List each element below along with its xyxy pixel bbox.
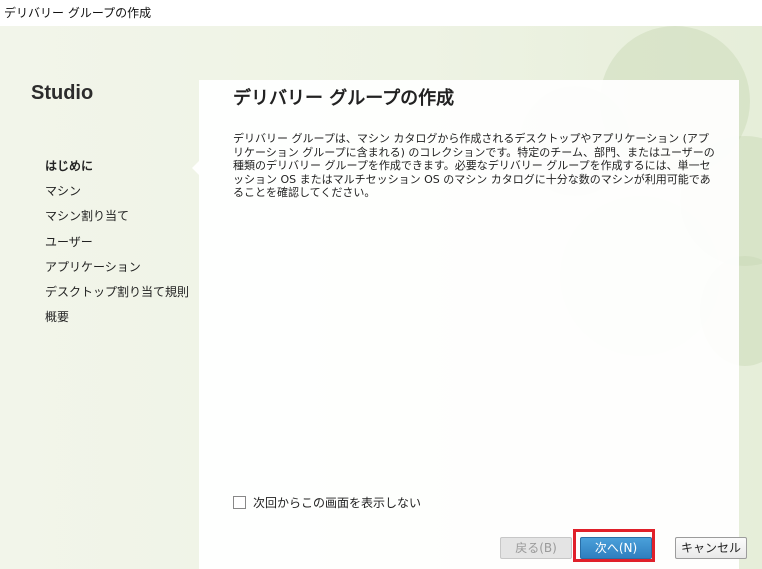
title-bar: デリバリー グループの作成 bbox=[0, 0, 762, 26]
back-button[interactable]: 戻る(B) bbox=[500, 537, 572, 559]
window-title: デリバリー グループの作成 bbox=[4, 6, 152, 20]
studio-brand-label: Studio bbox=[31, 82, 94, 104]
page-title: デリバリー グループの作成 bbox=[233, 88, 455, 109]
step-introduction[interactable]: はじめに bbox=[45, 158, 189, 183]
dont-show-again-label: 次回からこの画面を表示しない bbox=[253, 496, 422, 510]
cancel-button[interactable]: キャンセル bbox=[675, 537, 747, 559]
step-desktop-assignment-rules[interactable]: デスクトップ割り当て規則 bbox=[45, 284, 189, 309]
dont-show-again-row[interactable]: 次回からこの画面を表示しない bbox=[233, 494, 421, 511]
step-users[interactable]: ユーザー bbox=[45, 234, 189, 259]
step-applications[interactable]: アプリケーション bbox=[45, 259, 189, 284]
next-button-highlight bbox=[573, 529, 655, 562]
step-machine-allocation[interactable]: マシン割り当て bbox=[45, 208, 189, 233]
step-summary[interactable]: 概要 bbox=[45, 309, 189, 334]
description-text: デリバリー グループは、マシン カタログから作成されるデスクトップやアプリケーシ… bbox=[233, 132, 715, 199]
dont-show-again-checkbox[interactable] bbox=[233, 496, 246, 509]
step-machines[interactable]: マシン bbox=[45, 183, 189, 208]
content-panel: デリバリー グループの作成 デリバリー グループは、マシン カタログから作成され… bbox=[199, 80, 747, 569]
wizard-step-nav: はじめに マシン マシン割り当て ユーザー アプリケーション デスクトップ割り当… bbox=[45, 158, 189, 334]
